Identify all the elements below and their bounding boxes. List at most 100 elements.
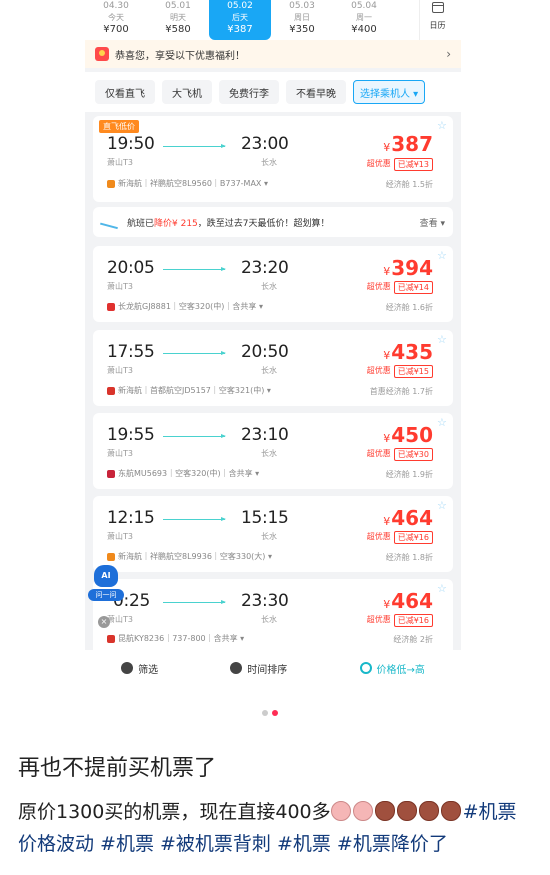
time-sort-button[interactable]: 时间排序 [230, 661, 287, 676]
price-sort-button[interactable]: 价格低→高 [359, 661, 425, 676]
date-tab-0501[interactable]: 05.01 明天 ¥580 [147, 0, 209, 40]
flight-card[interactable]: ☆ 19:55 23:10 萧山T3 长水 ¥450 超优惠 已减¥30 东航M… [93, 413, 453, 489]
date-price: ¥387 [227, 24, 253, 35]
airline-text: 昆航KY8236｜737-800｜含共享 ▾ [118, 634, 245, 643]
date-tab-0430[interactable]: 04.30 今天 ¥700 [85, 0, 147, 40]
airline-logo-icon [107, 634, 115, 643]
notice-prefix: 航班已 [127, 218, 155, 229]
flight-price: ¥464 [383, 506, 433, 530]
weekday-label: 明天 [170, 13, 186, 22]
reduced-badge: 已减¥13 [393, 158, 433, 171]
ai-assistant-button[interactable]: AI 问一问 [88, 565, 124, 611]
chip-direct-only[interactable]: 仅看直飞 [95, 80, 155, 104]
airline-text: 新海航｜首都航空JD5157｜空客321(中) ▾ [118, 386, 271, 395]
filter-chips: 仅看直飞 大飞机 免费行李 不看早晚 选择乘机人 ▾ [85, 72, 461, 112]
flight-card[interactable]: ☆ 12:15 15:15 萧山T3 长水 ¥464 超优惠 已减¥16 新海航… [93, 496, 453, 572]
angry-face-emoji-icon [396, 801, 417, 821]
star-icon[interactable]: ☆ [437, 417, 447, 428]
airline-info: 长龙航GJ8881｜空客320(中)｜含共享 ▾ [107, 301, 263, 312]
airline-info: 新海航｜祥鹏航空8L9936｜空客330(大) ▾ [107, 551, 272, 562]
arrival-airport: 长水 [261, 366, 277, 375]
star-icon[interactable]: ☆ [437, 120, 447, 131]
cabin-class: 首惠经济舱 1.7折 [369, 387, 433, 396]
airline-logo-icon [107, 302, 115, 311]
flight-price: ¥387 [383, 132, 433, 156]
airline-logo-icon [107, 469, 115, 478]
star-icon[interactable]: ☆ [437, 583, 447, 594]
price-sort-label: 价格低→高 [376, 664, 425, 676]
promo-banner[interactable]: 恭喜您，享受以下优惠福利！ › [85, 40, 461, 68]
departure-airport: 萧山T3 [107, 158, 133, 167]
date-tab-0503[interactable]: 05.03 周日 ¥350 [271, 0, 333, 40]
date-label: 05.03 [289, 1, 315, 11]
reduced-badge: 已减¥15 [393, 365, 433, 378]
date-strip: 04.30 今天 ¥700 05.01 明天 ¥580 05.02 后天 ¥38… [85, 0, 461, 40]
discount-badges: 超优惠 已减¥16 [367, 614, 433, 627]
price-drop-notice[interactable]: 航班已降价¥ 215，跌至过去7天最低价！超划算！ 查看 ▾ [93, 207, 453, 237]
star-icon[interactable]: ☆ [437, 334, 447, 345]
shocked-face-emoji-icon [330, 801, 351, 821]
promo-text: 恭喜您，享受以下优惠福利！ [115, 50, 245, 62]
departure-time: 20:05 [107, 258, 155, 278]
discount-badges: 超优惠 已减¥13 [367, 158, 433, 171]
price-value: 394 [391, 256, 433, 280]
departure-airport: 萧山T3 [107, 449, 133, 458]
flight-card[interactable]: ☆ 0:25 23:30 萧山T3 长水 ¥464 超优惠 已减¥16 昆航KY… [93, 579, 453, 650]
view-more-link[interactable]: 查看 ▾ [420, 216, 445, 229]
filter-label: 筛选 [138, 664, 159, 676]
arrival-airport: 长水 [261, 615, 277, 624]
date-tab-0502[interactable]: 05.02 后天 ¥387 [209, 0, 271, 40]
date-price: ¥350 [289, 24, 315, 35]
airline-logo-icon [107, 386, 115, 395]
price-value: 435 [391, 340, 433, 364]
chevron-right-icon: › [446, 47, 451, 61]
flight-screenshot: 04.30 今天 ¥700 05.01 明天 ¥580 05.02 后天 ¥38… [85, 0, 461, 650]
calendar-button[interactable]: 日历 [419, 0, 455, 40]
date-price: ¥580 [165, 24, 191, 35]
arrival-time: 23:30 [241, 591, 289, 611]
date-tab-0504[interactable]: 05.04 周一 ¥400 [333, 0, 395, 40]
calendar-label: 日历 [429, 21, 446, 30]
carousel-dot-active[interactable] [272, 710, 278, 716]
super-deal-badge: 超优惠 [366, 282, 391, 291]
arrival-airport: 长水 [261, 158, 277, 167]
post-page: 04.30 今天 ¥700 05.01 明天 ¥580 05.02 后天 ¥38… [0, 0, 550, 875]
filter-button[interactable]: 筛选 [121, 661, 158, 676]
airline-info: 昆航KY8236｜737-800｜含共享 ▾ [107, 633, 244, 644]
route-line [163, 517, 226, 521]
chip-free-baggage[interactable]: 免费行李 [219, 80, 279, 104]
star-icon[interactable]: ☆ [437, 500, 447, 511]
weekday-label: 周一 [356, 13, 372, 22]
flight-price: ¥464 [383, 589, 433, 613]
carousel-dot[interactable] [262, 710, 268, 716]
super-deal-badge: 超优惠 [366, 159, 391, 168]
passenger-select[interactable]: 选择乘机人 ▾ [353, 80, 426, 104]
arrival-airport: 长水 [261, 449, 277, 458]
airline-text: 新海航｜祥鹏航空8L9560｜B737-MAX ▾ [118, 179, 268, 188]
chip-large-plane[interactable]: 大飞机 [162, 80, 212, 104]
departure-time: 19:50 [107, 134, 155, 154]
gift-icon [95, 47, 109, 61]
star-icon[interactable]: ☆ [437, 250, 447, 261]
angry-face-emoji-icon [440, 801, 461, 821]
cabin-class: 经济舱 2折 [393, 635, 433, 644]
flight-card[interactable]: 直飞低价 ☆ 19:50 23:00 萧山T3 长水 ¥387 超优惠 已减¥1… [93, 116, 453, 202]
post-body-text: 原价1300买的机票，现在直接400多 [18, 801, 331, 823]
airline-info: 东航MU5693｜空客320(中)｜含共享 ▾ [107, 468, 259, 479]
flight-card[interactable]: ☆ 20:05 23:20 萧山T3 长水 ¥394 超优惠 已减¥14 长龙航… [93, 246, 453, 322]
discount-badges: 超优惠 已减¥30 [367, 448, 433, 461]
ai-assistant-label: 问一问 [88, 589, 124, 601]
airline-info: 新海航｜祥鹏航空8L9560｜B737-MAX ▾ [107, 178, 268, 189]
notice-text: 航班已降价¥ 215，跌至过去7天最低价！超划算！ [127, 216, 420, 229]
post-title: 再也不提前买机票了 [18, 756, 217, 781]
sort-bar: 筛选 时间排序 价格低→高 [85, 650, 461, 686]
close-icon[interactable]: × [98, 616, 110, 628]
flight-card[interactable]: ☆ 17:55 20:50 萧山T3 长水 ¥435 超优惠 已减¥15 新海航… [93, 330, 453, 406]
airline-text: 长龙航GJ8881｜空客320(中)｜含共享 ▾ [118, 302, 263, 311]
arrival-time: 23:00 [241, 134, 289, 154]
flight-price: ¥394 [383, 256, 433, 280]
chip-no-early-late[interactable]: 不看早晚 [286, 80, 346, 104]
airline-logo-icon [107, 179, 115, 188]
plane-icon [100, 214, 120, 230]
route-line [163, 267, 226, 271]
